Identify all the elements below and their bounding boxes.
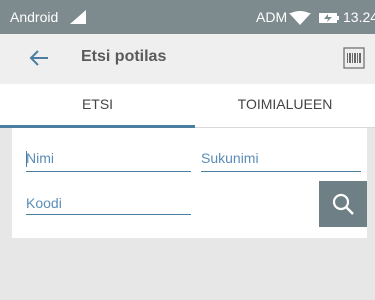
- first-name-field[interactable]: Nimi: [26, 150, 191, 172]
- code-field[interactable]: Koodi: [26, 195, 191, 215]
- battery-charging-icon: [319, 11, 339, 27]
- code-placeholder: Koodi: [26, 195, 62, 211]
- first-name-underline: [26, 171, 191, 172]
- last-name-underline: [201, 171, 361, 172]
- signal-icon: [70, 10, 86, 27]
- page-title: Etsi potilas: [81, 48, 167, 65]
- search-button[interactable]: [319, 181, 367, 227]
- clock: 13.24: [343, 9, 375, 25]
- tab-toimialueen[interactable]: TOIMIALUEEN: [195, 84, 375, 128]
- last-name-field[interactable]: Sukunimi: [201, 150, 361, 172]
- last-name-placeholder: Sukunimi: [201, 150, 259, 166]
- tab-bar: ETSI TOIMIALUEEN: [0, 84, 375, 128]
- code-underline: [26, 214, 191, 215]
- barcode-scan-icon[interactable]: [343, 47, 365, 74]
- tab-etsi[interactable]: ETSI: [0, 84, 195, 128]
- back-arrow-icon[interactable]: [28, 47, 50, 74]
- carrier-label: Android: [10, 9, 59, 25]
- status-bar: Android ADM 13.24: [0, 0, 375, 34]
- tab-toimialueen-label: TOIMIALUEEN: [237, 96, 333, 112]
- search-form: Nimi Sukunimi Koodi: [12, 128, 367, 238]
- tab-etsi-label: ETSI: [81, 96, 114, 112]
- search-icon: [332, 193, 354, 215]
- wifi-icon: [289, 11, 311, 28]
- app-bar: Etsi potilas: [0, 34, 375, 84]
- text-cursor: [26, 151, 27, 167]
- first-name-placeholder: Nimi: [26, 150, 54, 166]
- operator-label: ADM: [256, 9, 288, 25]
